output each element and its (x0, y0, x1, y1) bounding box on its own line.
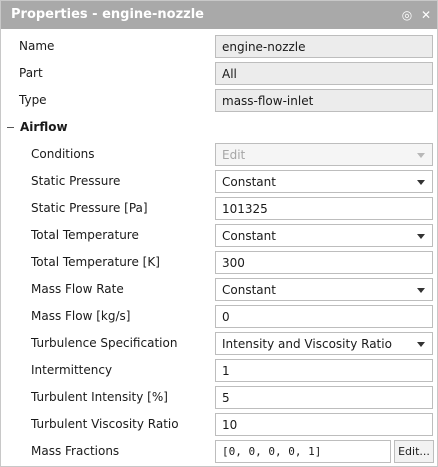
row-total-temperature-k: Total Temperature [K] 300 (1, 250, 437, 277)
panel-titlebar: Properties - engine-nozzle ◎ ✕ (1, 1, 437, 29)
row-total-temperature: Total Temperature Constant (1, 223, 437, 250)
intermittency-value: 1 (222, 363, 230, 378)
turbulent-viscosity-ratio-value: 10 (222, 417, 238, 432)
row-mass-flow-rate: Mass Flow Rate Constant (1, 277, 437, 304)
chevron-down-icon (417, 153, 425, 158)
static-pressure-label: Static Pressure (31, 174, 121, 188)
row-name: Name engine-nozzle (1, 34, 437, 61)
chevron-down-icon (417, 288, 425, 293)
turbulence-specification-dropdown[interactable]: Intensity and Viscosity Ratio (215, 332, 433, 355)
static-pressure-pa-input[interactable]: 101325 (215, 197, 433, 220)
mass-flow-rate-value: Constant (222, 282, 276, 297)
name-field: engine-nozzle (215, 35, 433, 58)
panel-title: Properties - engine-nozzle (11, 7, 204, 22)
part-value: All (222, 66, 237, 81)
mass-flow-rate-dropdown[interactable]: Constant (215, 278, 433, 301)
conditions-label: Conditions (31, 147, 95, 161)
collapse-icon[interactable] (6, 123, 15, 132)
turbulent-viscosity-ratio-label: Turbulent Viscosity Ratio (31, 417, 179, 431)
mass-flow-rate-label: Mass Flow Rate (31, 282, 124, 296)
mass-fractions-edit-button[interactable]: Edit... (394, 440, 434, 463)
static-pressure-pa-label: Static Pressure [Pa] (31, 201, 148, 215)
part-field: All (215, 62, 433, 85)
mass-flow-value: 0 (222, 309, 230, 324)
total-temperature-k-label: Total Temperature [K] (31, 255, 160, 269)
row-type: Type mass-flow-inlet (1, 88, 437, 115)
row-static-pressure-pa: Static Pressure [Pa] 101325 (1, 196, 437, 223)
turbulence-specification-value: Intensity and Viscosity Ratio (222, 336, 392, 351)
static-pressure-value: Constant (222, 174, 276, 189)
mass-fractions-label: Mass Fractions (31, 444, 120, 458)
turbulent-intensity-value: 5 (222, 390, 230, 405)
chevron-down-icon (417, 342, 425, 347)
mass-fractions-input[interactable]: [0, 0, 0, 0, 1] (215, 440, 391, 463)
airflow-section-header[interactable]: Airflow (1, 115, 437, 142)
part-label: Part (19, 66, 43, 80)
total-temperature-label: Total Temperature (31, 228, 139, 242)
conditions-value: Edit (222, 147, 246, 162)
float-panel-icon[interactable]: ◎ (400, 8, 414, 22)
total-temperature-dropdown[interactable]: Constant (215, 224, 433, 247)
row-turbulent-intensity: Turbulent Intensity [%] 5 (1, 385, 437, 412)
turbulent-intensity-label: Turbulent Intensity [%] (31, 390, 168, 404)
total-temperature-k-value: 300 (222, 255, 245, 270)
turbulent-intensity-input[interactable]: 5 (215, 386, 433, 409)
static-pressure-dropdown[interactable]: Constant (215, 170, 433, 193)
total-temperature-k-input[interactable]: 300 (215, 251, 433, 274)
turbulent-viscosity-ratio-input[interactable]: 10 (215, 413, 433, 436)
type-label: Type (19, 93, 47, 107)
row-static-pressure: Static Pressure Constant (1, 169, 437, 196)
row-conditions: Conditions Edit (1, 142, 437, 169)
properties-panel: Properties - engine-nozzle ◎ ✕ Name engi… (0, 0, 438, 467)
intermittency-label: Intermittency (31, 363, 113, 377)
row-mass-flow: Mass Flow [kg/s] 0 (1, 304, 437, 331)
total-temperature-value: Constant (222, 228, 276, 243)
close-icon[interactable]: ✕ (419, 8, 433, 22)
row-turbulence-specification: Turbulence Specification Intensity and V… (1, 331, 437, 358)
mass-flow-label: Mass Flow [kg/s] (31, 309, 131, 323)
airflow-section-label: Airflow (20, 120, 68, 134)
intermittency-input[interactable]: 1 (215, 359, 433, 382)
type-field: mass-flow-inlet (215, 89, 433, 112)
chevron-down-icon (417, 234, 425, 239)
row-mass-fractions: Mass Fractions [0, 0, 0, 0, 1] Edit... (1, 439, 437, 466)
name-value: engine-nozzle (222, 39, 306, 54)
row-intermittency: Intermittency 1 (1, 358, 437, 385)
chevron-down-icon (417, 180, 425, 185)
row-part: Part All (1, 61, 437, 88)
conditions-dropdown[interactable]: Edit (215, 143, 433, 166)
row-turbulent-viscosity-ratio: Turbulent Viscosity Ratio 10 (1, 412, 437, 439)
static-pressure-pa-value: 101325 (222, 201, 268, 216)
mass-flow-input[interactable]: 0 (215, 305, 433, 328)
turbulence-specification-label: Turbulence Specification (31, 336, 178, 350)
mass-fractions-value: [0, 0, 0, 0, 1] (222, 445, 322, 458)
type-value: mass-flow-inlet (222, 93, 314, 108)
name-label: Name (19, 39, 55, 53)
